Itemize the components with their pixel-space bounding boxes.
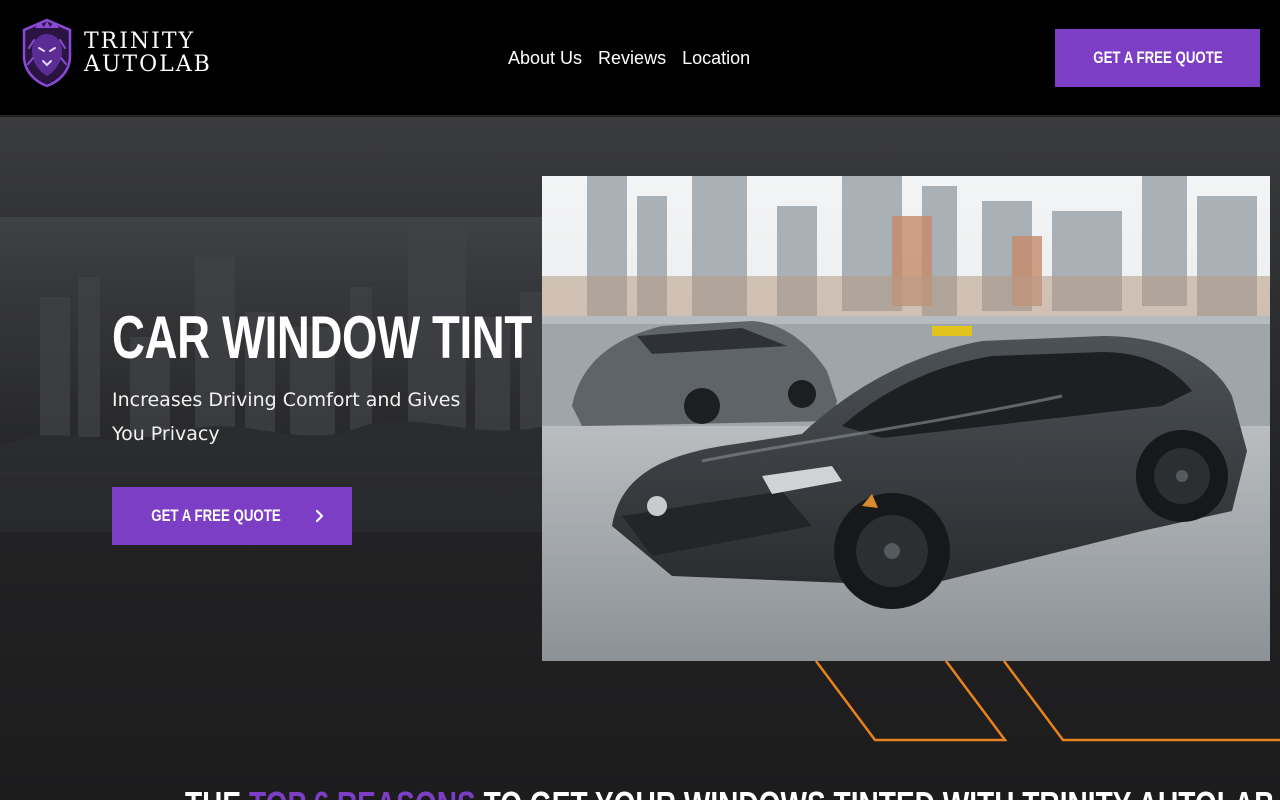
hero-quote-button-label: GET A FREE QUOTE (151, 506, 281, 525)
heading-post: TO GET YOUR WINDOWS TINTED WITH TRINITY … (484, 784, 1275, 800)
header-quote-button-label: GET A FREE QUOTE (1092, 48, 1223, 67)
reasons-section-heading: THE TOP 6 REASONS TO GET YOUR WINDOWS TI… (185, 785, 1274, 800)
brand-line-2: AUTOLAB (84, 52, 212, 77)
nav-link-about-us[interactable]: About Us (500, 44, 590, 72)
header-quote-button[interactable]: GET A FREE QUOTE (1055, 29, 1260, 87)
hero-title: CAR WINDOW TINT (112, 304, 532, 371)
brand-name: TRINITY AUTOLAB (84, 30, 212, 76)
hero-car-photo (542, 176, 1270, 661)
chevron-right-icon (315, 509, 324, 523)
hero-section: CAR WINDOW TINT Increases Driving Comfor… (0, 117, 1280, 800)
site-header: TRINITY AUTOLAB About Us Reviews Locatio… (0, 0, 1280, 116)
car-photo-illustration (542, 176, 1270, 661)
nav-link-location[interactable]: Location (674, 44, 758, 72)
hero-quote-button[interactable]: GET A FREE QUOTE (112, 487, 352, 545)
hero-subtitle: Increases Driving Comfort and Gives You … (112, 389, 461, 445)
lion-crest-icon (22, 18, 72, 88)
nav-link-reviews[interactable]: Reviews (590, 44, 674, 72)
main-nav: About Us Reviews Location (500, 44, 758, 72)
heading-accent: TOP 6 REASONS (249, 784, 476, 800)
decorative-orange-lines (814, 660, 1280, 742)
heading-pre: THE (185, 784, 241, 800)
brand-line-1: TRINITY (84, 29, 196, 54)
brand-logo[interactable]: TRINITY AUTOLAB (18, 18, 212, 88)
